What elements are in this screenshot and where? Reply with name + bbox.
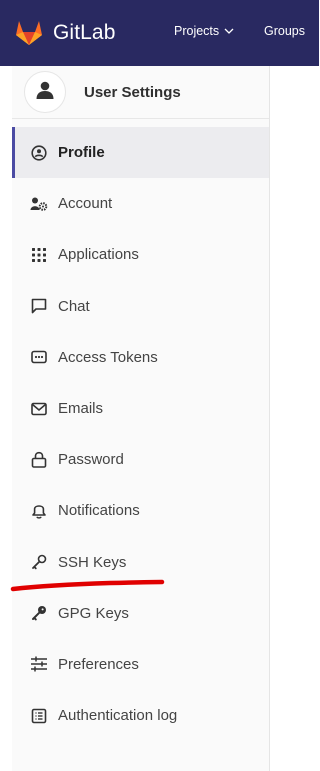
- log-icon: [30, 707, 48, 725]
- sidebar-item-notifications[interactable]: Notifications: [12, 485, 269, 536]
- sidebar-item-label: Account: [58, 195, 113, 213]
- sidebar-item-authentication-log[interactable]: Authentication log: [12, 690, 269, 741]
- lock-icon: [30, 451, 48, 469]
- sidebar-item-label: Password: [58, 451, 124, 469]
- profile-icon: [30, 144, 48, 162]
- mail-icon: [30, 400, 48, 418]
- sidebar-item-gpg-keys[interactable]: GPG Keys: [12, 588, 269, 639]
- sidebar-item-label: GPG Keys: [58, 604, 129, 622]
- sidebar-item-label: Access Tokens: [58, 348, 158, 366]
- sliders-icon: [30, 655, 48, 673]
- brand-name: GitLab: [53, 21, 116, 44]
- gitlab-logo-icon: [15, 20, 43, 46]
- groups-dropdown[interactable]: Groups: [264, 24, 305, 38]
- sidebar-item-label: Preferences: [58, 655, 139, 673]
- divider: [12, 118, 269, 119]
- sidebar-item-applications[interactable]: Applications: [12, 229, 269, 280]
- sidebar-item-preferences[interactable]: Preferences: [12, 639, 269, 690]
- user-icon: [35, 80, 55, 105]
- sidebar-item-chat[interactable]: Chat: [12, 281, 269, 332]
- context-title: User Settings: [84, 83, 181, 101]
- key-icon: [30, 553, 48, 571]
- sidebar-item-access-tokens[interactable]: Access Tokens: [12, 332, 269, 383]
- bell-icon: [30, 502, 48, 520]
- sidebar-item-label: Chat: [58, 297, 90, 315]
- chevron-down-icon: [219, 24, 234, 38]
- applications-icon: [30, 246, 48, 264]
- sidebar-item-password[interactable]: Password: [12, 434, 269, 485]
- settings-menu: Profile Account Applications Chat Access…: [12, 127, 269, 741]
- token-icon: [30, 348, 48, 366]
- account-icon: [30, 195, 48, 213]
- sidebar-item-label: Emails: [58, 400, 104, 418]
- sidebar-item-label: SSH Keys: [58, 553, 127, 571]
- avatar: [24, 71, 66, 113]
- key-icon: [30, 604, 48, 622]
- sidebar-item-label: Notifications: [58, 502, 140, 520]
- sidebar-item-profile[interactable]: Profile: [12, 127, 269, 179]
- groups-label: Groups: [264, 24, 305, 38]
- projects-label: Projects: [174, 24, 220, 38]
- projects-dropdown[interactable]: Projects: [174, 24, 234, 38]
- sidebar-item-emails[interactable]: Emails: [12, 383, 269, 434]
- context-header[interactable]: User Settings: [12, 66, 269, 118]
- sidebar-item-account[interactable]: Account: [12, 178, 269, 229]
- main-content: [270, 66, 319, 771]
- red-underline-annotation: [10, 579, 165, 592]
- gitlab-logo-link[interactable]: GitLab: [15, 20, 115, 46]
- sidebar-item-label: Authentication log: [58, 707, 178, 725]
- top-navbar: GitLab Projects Groups: [0, 0, 319, 66]
- settings-sidebar: User Settings Profile Account Applicatio…: [12, 66, 270, 771]
- sidebar-item-label: Applications: [58, 246, 139, 264]
- sidebar-item-label: Profile: [58, 144, 105, 162]
- chat-icon: [30, 297, 48, 315]
